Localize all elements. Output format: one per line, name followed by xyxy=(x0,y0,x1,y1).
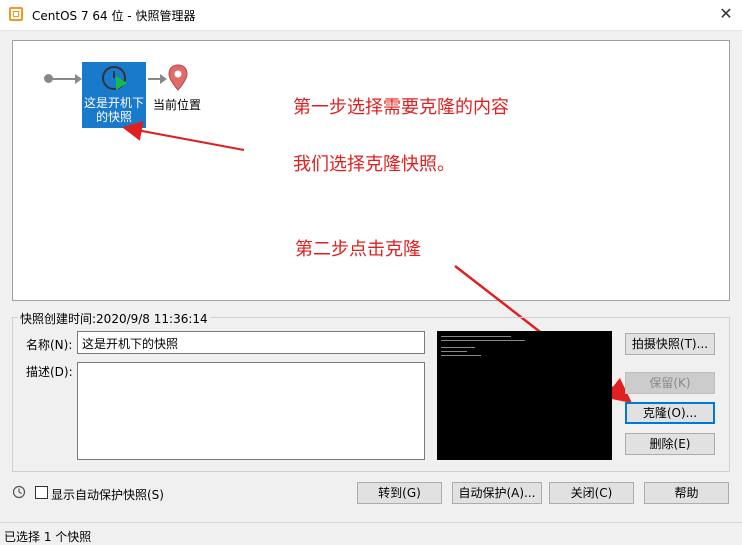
close-button[interactable]: 关闭(C) xyxy=(549,482,634,504)
history-icon xyxy=(12,485,26,499)
goto-button[interactable]: 转到(G) xyxy=(357,482,442,504)
show-autoprotect-label: 显示自动保护快照(S) xyxy=(51,488,164,502)
delete-button[interactable]: 删除(E) xyxy=(625,433,715,455)
status-bar xyxy=(0,522,742,544)
show-autoprotect-checkbox[interactable] xyxy=(35,486,48,499)
name-field-value: 这是开机下的快照 xyxy=(82,337,179,351)
keep-button[interactable]: 保留(K) xyxy=(625,372,715,394)
status-text: 已选择 1 个快照 xyxy=(4,530,92,544)
help-button[interactable]: 帮助 xyxy=(644,482,729,504)
name-label: 名称(N): xyxy=(26,338,73,352)
autoprotect-button[interactable]: 自动保护(A)... xyxy=(452,482,542,504)
name-field[interactable]: 这是开机下的快照 xyxy=(77,331,425,354)
description-label: 描述(D): xyxy=(26,365,73,379)
annotation-arrow-1 xyxy=(122,121,245,151)
description-field[interactable] xyxy=(77,362,425,460)
take-snapshot-button[interactable]: 拍摄快照(T)... xyxy=(625,333,715,355)
snapshot-screenshot-preview xyxy=(437,331,612,460)
clone-button[interactable]: 克隆(O)... xyxy=(625,402,715,424)
created-time-label: 快照创建时间:2020/9/8 11:36:14 xyxy=(18,310,210,327)
